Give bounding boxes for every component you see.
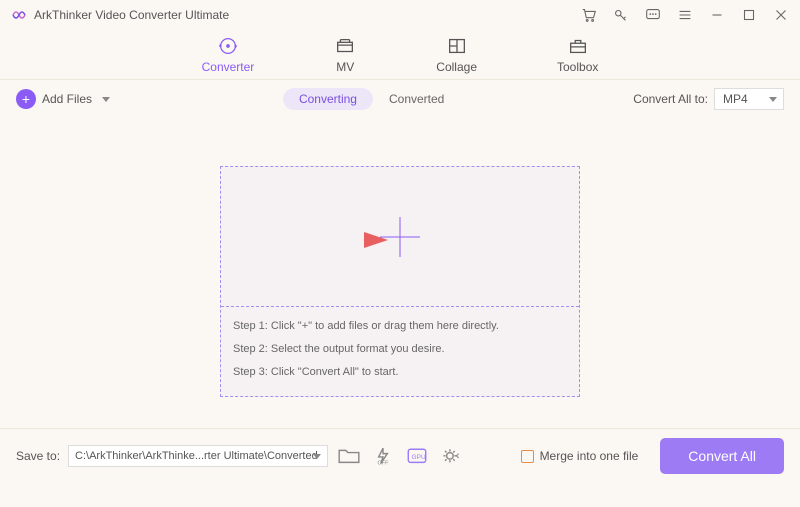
cart-icon[interactable] bbox=[580, 6, 598, 24]
format-select[interactable]: MP4 bbox=[714, 88, 784, 110]
title-bar: ArkThinker Video Converter Ultimate bbox=[0, 0, 800, 30]
collage-icon bbox=[446, 35, 468, 57]
segment-converted[interactable]: Converted bbox=[373, 88, 460, 110]
app-logo-icon bbox=[10, 6, 28, 24]
toolbar: + Add Files Converting Converted Convert… bbox=[0, 80, 800, 118]
checkbox-icon bbox=[521, 450, 534, 463]
merge-checkbox[interactable]: Merge into one file bbox=[521, 449, 639, 463]
chat-icon[interactable] bbox=[644, 6, 662, 24]
menu-icon[interactable] bbox=[676, 6, 694, 24]
main-area: Step 1: Click "+" to add files or drag t… bbox=[0, 118, 800, 428]
dropzone-instructions: Step 1: Click "+" to add files or drag t… bbox=[221, 307, 579, 396]
dropzone[interactable]: Step 1: Click "+" to add files or drag t… bbox=[220, 166, 580, 397]
settings-button[interactable] bbox=[438, 445, 464, 467]
save-path-select[interactable]: C:\ArkThinker\ArkThinke...rter Ultimate\… bbox=[68, 445, 328, 467]
tab-collage[interactable]: Collage bbox=[436, 35, 477, 74]
step-2: Step 2: Select the output format you des… bbox=[233, 344, 567, 355]
bottom-bar: Save to: C:\ArkThinker\ArkThinke...rter … bbox=[0, 428, 800, 483]
minimize-icon[interactable] bbox=[708, 6, 726, 24]
tab-toolbox[interactable]: Toolbox bbox=[557, 35, 598, 74]
tab-label: Collage bbox=[436, 60, 477, 74]
add-plus-icon[interactable] bbox=[380, 217, 420, 257]
converter-icon bbox=[217, 35, 239, 57]
chevron-down-icon bbox=[769, 97, 777, 102]
key-icon[interactable] bbox=[612, 6, 630, 24]
close-icon[interactable] bbox=[772, 6, 790, 24]
tab-label: Toolbox bbox=[557, 60, 598, 74]
convert-all-to-label: Convert All to: bbox=[633, 92, 708, 106]
add-files-label: Add Files bbox=[42, 92, 92, 106]
segment-converting[interactable]: Converting bbox=[283, 88, 373, 110]
maximize-icon[interactable] bbox=[740, 6, 758, 24]
window-controls bbox=[580, 6, 790, 24]
mv-icon bbox=[334, 35, 356, 57]
save-to-label: Save to: bbox=[16, 449, 60, 463]
toolbox-icon bbox=[567, 35, 589, 57]
tab-mv[interactable]: MV bbox=[334, 35, 356, 74]
open-folder-button[interactable] bbox=[336, 445, 362, 467]
save-path-value: C:\ArkThinker\ArkThinke...rter Ultimate\… bbox=[75, 450, 318, 462]
tab-label: Converter bbox=[202, 60, 255, 74]
status-segments: Converting Converted bbox=[283, 88, 460, 110]
chevron-down-icon bbox=[102, 97, 110, 102]
gpu-badge-button[interactable]: GPU bbox=[404, 445, 430, 467]
dropzone-top[interactable] bbox=[221, 167, 579, 307]
tab-converter[interactable]: Converter bbox=[202, 35, 255, 74]
plus-icon: + bbox=[16, 89, 36, 109]
convert-all-button[interactable]: Convert All bbox=[660, 438, 784, 474]
convert-all-to: Convert All to: MP4 bbox=[633, 88, 784, 110]
chevron-down-icon bbox=[313, 454, 321, 459]
app-title: ArkThinker Video Converter Ultimate bbox=[34, 8, 580, 22]
add-files-button[interactable]: + Add Files bbox=[16, 89, 110, 109]
svg-text:GPU: GPU bbox=[412, 454, 426, 461]
hardware-accel-button[interactable]: OFF bbox=[370, 445, 396, 467]
svg-text:OFF: OFF bbox=[378, 461, 390, 466]
format-value: MP4 bbox=[723, 92, 748, 106]
main-tabs: Converter MV Collage Toolbox bbox=[0, 30, 800, 80]
step-1: Step 1: Click "+" to add files or drag t… bbox=[233, 321, 567, 332]
step-3: Step 3: Click "Convert All" to start. bbox=[233, 367, 567, 378]
tab-label: MV bbox=[336, 60, 354, 74]
merge-label: Merge into one file bbox=[540, 449, 639, 463]
